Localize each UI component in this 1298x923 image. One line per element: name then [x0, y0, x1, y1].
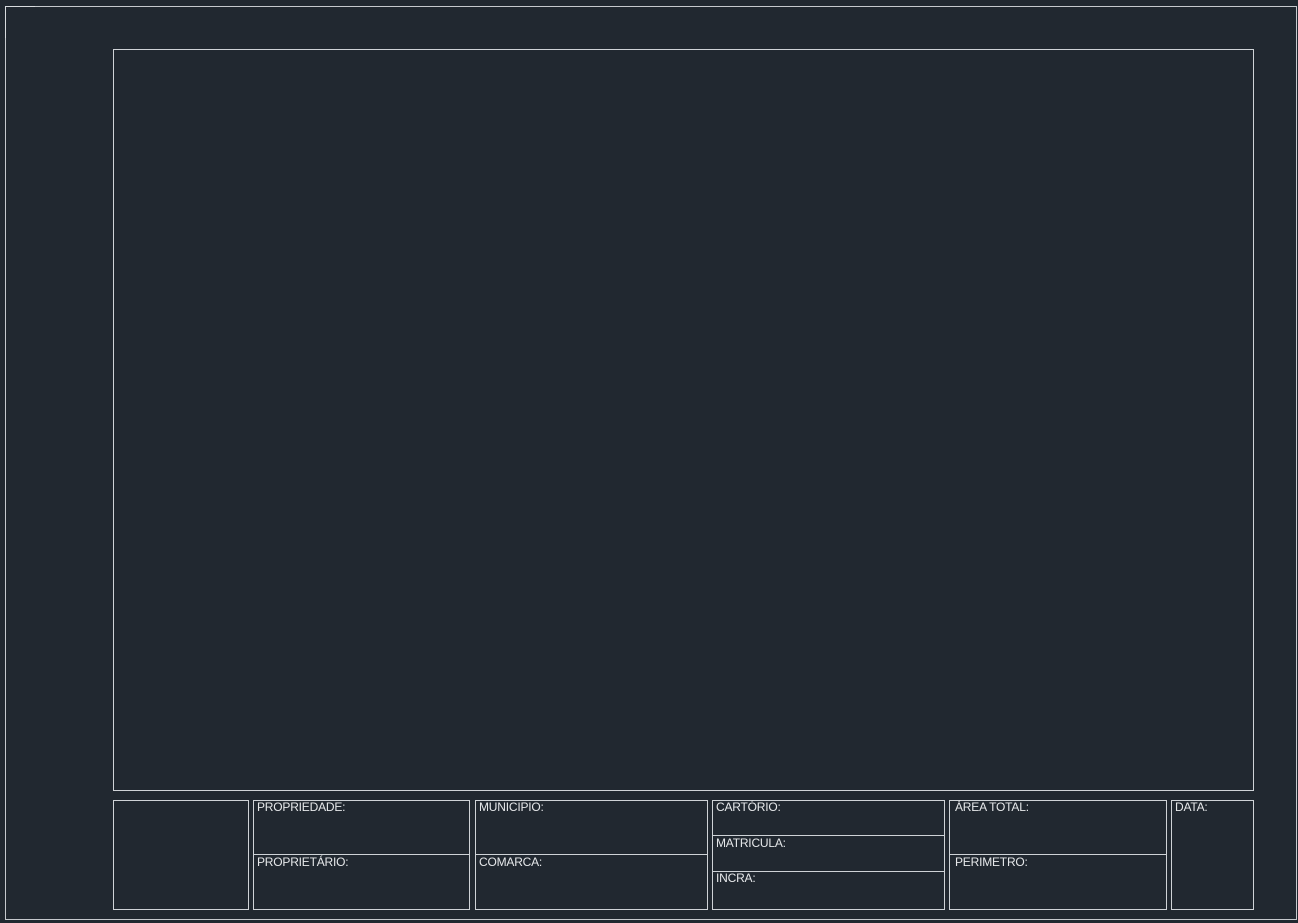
comarca-label: COMARCA:	[479, 855, 543, 869]
sheet-corner-mark	[5, 6, 35, 38]
proprietario-label: PROPRIETÁRIO:	[257, 855, 349, 869]
data-label: DATA:	[1175, 800, 1208, 814]
perimetro-label: PERIMETRO:	[955, 855, 1028, 869]
registry-cell	[712, 800, 945, 910]
municipio-label: MUNICIPIO:	[479, 800, 544, 814]
cartorio-label: CARTÓRIO:	[716, 800, 781, 814]
matricula-label: MATRICULA:	[716, 836, 786, 850]
drawing-sheet: PROPRIEDADE: PROPRIETÁRIO: MUNICIPIO: CO…	[0, 0, 1298, 923]
drawing-area-frame	[113, 49, 1254, 791]
incra-label: INCRA:	[716, 871, 756, 885]
propriedade-label: PROPRIEDADE:	[257, 800, 346, 814]
area-total-label: ÁREA TOTAL:	[955, 800, 1029, 814]
date-cell	[1171, 800, 1254, 910]
logo-cell	[113, 800, 249, 910]
